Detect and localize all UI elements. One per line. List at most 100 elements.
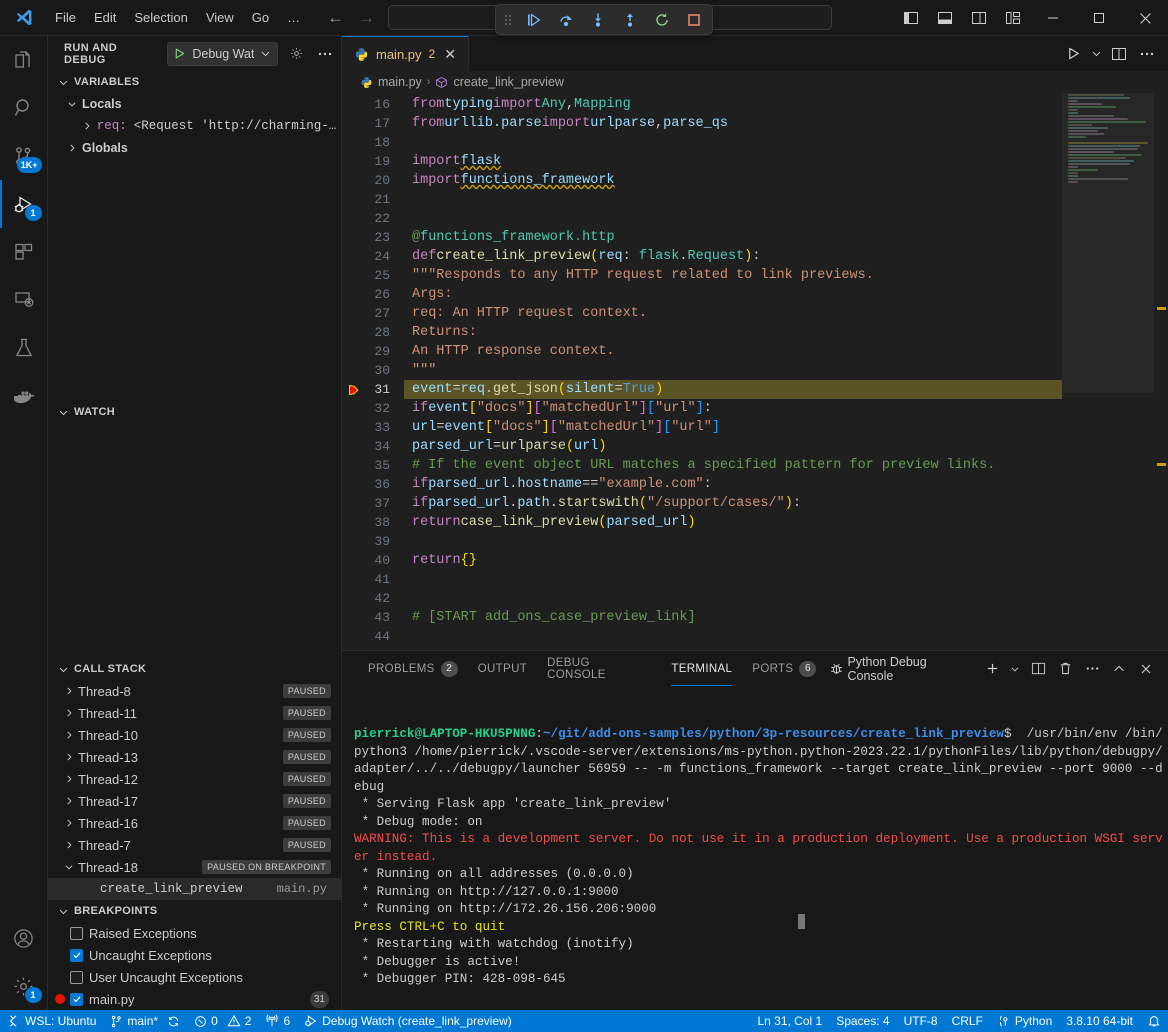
split-terminal-button[interactable] [1026,657,1050,681]
activitybar-item-remote-explorer[interactable] [0,276,48,324]
chevron-right-icon[interactable] [64,818,74,828]
editor-minimap[interactable] [1062,93,1154,650]
breakpoint-row-user-uncaught-exceptions[interactable]: User Uncaught Exceptions [48,966,341,988]
go-back-icon[interactable]: ← [327,8,344,28]
chevron-right-icon[interactable] [80,121,95,131]
line-number[interactable]: 17 [342,114,404,133]
status-python-interpreter[interactable]: 3.8.10 64-bit [1059,1010,1140,1032]
menu-go[interactable]: Go [243,6,278,29]
new-terminal-button[interactable] [980,657,1004,681]
chevron-right-icon[interactable] [64,774,74,784]
panel-more-actions-button[interactable] [1080,657,1104,681]
breadcrumb-item-file[interactable]: main.py [378,75,422,89]
chevron-down-icon[interactable] [64,862,74,872]
panel-tab-ports[interactable]: PORTS 6 [742,651,826,686]
step-out-icon[interactable] [620,10,640,30]
breakpoint-row-main-py[interactable]: main.py 31 [48,988,341,1010]
callstack-thread-row-active[interactable]: Thread-18 PAUSED ON BREAKPOINT [48,856,341,878]
line-number[interactable]: 23 [342,228,404,247]
editor-scrollbar[interactable] [1154,93,1168,650]
stop-icon[interactable] [684,10,704,30]
chevron-right-icon[interactable] [64,708,74,718]
checkbox-unchecked-icon[interactable] [70,971,83,984]
minimap-slider[interactable] [1062,93,1154,393]
section-header-watch[interactable]: WATCH [48,401,341,423]
window-close-button[interactable] [1122,0,1168,36]
menu-more[interactable]: … [278,6,309,29]
activitybar-item-docker[interactable] [0,372,48,420]
editor-tab-main-py[interactable]: main.py 2 ✕ [342,36,469,71]
line-number[interactable]: 40 [342,551,404,570]
line-number[interactable]: 21 [342,190,404,209]
section-header-variables[interactable]: VARIABLES [48,71,341,93]
panel-tab-debug-console[interactable]: DEBUG CONSOLE [537,651,661,686]
code-line[interactable]: import functions_framework [404,171,1062,190]
status-cursor-position[interactable]: Ln 31, Col 1 [750,1010,829,1032]
panel-tab-terminal[interactable]: TERMINAL [661,651,742,686]
toggle-panel-icon[interactable] [928,0,962,36]
sync-icon[interactable] [167,1015,180,1028]
callstack-thread-row[interactable]: Thread-13 PAUSED [48,746,341,768]
code-line[interactable]: """Responds to any HTTP request related … [404,266,1062,285]
start-debugging-icon[interactable] [173,47,186,60]
activitybar-item-run-and-debug[interactable]: 1 [0,180,48,228]
line-number[interactable]: 37 [342,494,404,513]
menu-selection[interactable]: Selection [125,6,196,29]
debug-toolbar[interactable] [495,4,713,35]
code-line[interactable] [404,627,1062,646]
code-line[interactable]: """ [404,361,1062,380]
code-line[interactable] [404,570,1062,589]
chevron-right-icon[interactable] [64,686,74,696]
editor-line-numbers[interactable]: 1617181920212223242526272829303132333435… [342,93,404,650]
sidebar-more-actions-button[interactable] [314,42,337,66]
active-terminal-selector[interactable]: Python Debug Console [826,657,977,681]
debug-config-dropdown[interactable]: Debug Wat [167,42,278,66]
terminal-profile-chevron-down-icon[interactable] [1007,657,1023,681]
editor-more-actions-icon[interactable] [1134,36,1160,71]
code-line[interactable]: from typing import Any, Mapping [404,95,1062,114]
line-number[interactable]: 28 [342,323,404,342]
restart-icon[interactable] [652,10,672,30]
split-editor-icon[interactable] [1106,36,1132,71]
code-line[interactable]: req: An HTTP request context. [404,304,1062,323]
status-git-branch[interactable]: main* [103,1010,187,1032]
code-line[interactable]: if event["docs"]["matchedUrl"]["url"]: [404,399,1062,418]
toggle-secondary-sidebar-icon[interactable] [962,0,996,36]
checkbox-checked-icon[interactable] [70,949,83,962]
line-number[interactable]: 19 [342,152,404,171]
code-line[interactable] [404,532,1062,551]
chevron-right-icon[interactable] [64,752,74,762]
callstack-thread-row[interactable]: Thread-8 PAUSED [48,680,341,702]
line-number[interactable]: 22 [342,209,404,228]
toggle-primary-sidebar-icon[interactable] [894,0,928,36]
chevron-down-icon[interactable] [260,48,271,59]
code-line[interactable]: if parsed_url.path.startswith("/support/… [404,494,1062,513]
menu-view[interactable]: View [197,6,243,29]
chevron-right-icon[interactable] [64,143,80,153]
line-number[interactable]: 20 [342,171,404,190]
line-number[interactable]: 38 [342,513,404,532]
section-header-callstack[interactable]: CALL STACK [48,658,341,680]
status-ports[interactable]: 6 [258,1010,297,1032]
activitybar-item-explorer[interactable] [0,36,48,84]
chevron-down-icon[interactable] [64,99,80,109]
line-number[interactable]: 29 [342,342,404,361]
variables-row-locals[interactable]: Locals [48,93,341,115]
line-number[interactable]: 26 [342,285,404,304]
step-into-icon[interactable] [588,10,608,30]
code-line[interactable]: An HTTP response context. [404,342,1062,361]
continue-icon[interactable] [524,10,544,30]
callstack-frame-row[interactable]: create_link_preview main.py [48,878,341,900]
code-line[interactable] [404,190,1062,209]
code-line[interactable] [404,209,1062,228]
activitybar-item-search[interactable] [0,84,48,132]
run-python-file-icon[interactable] [1060,36,1086,71]
code-line[interactable] [404,133,1062,152]
line-number[interactable]: 35 [342,456,404,475]
callstack-thread-row[interactable]: Thread-11 PAUSED [48,702,341,724]
activitybar-item-extensions[interactable] [0,228,48,276]
line-number[interactable]: 18 [342,133,404,152]
watch-tree[interactable] [48,423,341,658]
menu-edit[interactable]: Edit [85,6,125,29]
callstack-thread-row[interactable]: Thread-17 PAUSED [48,790,341,812]
